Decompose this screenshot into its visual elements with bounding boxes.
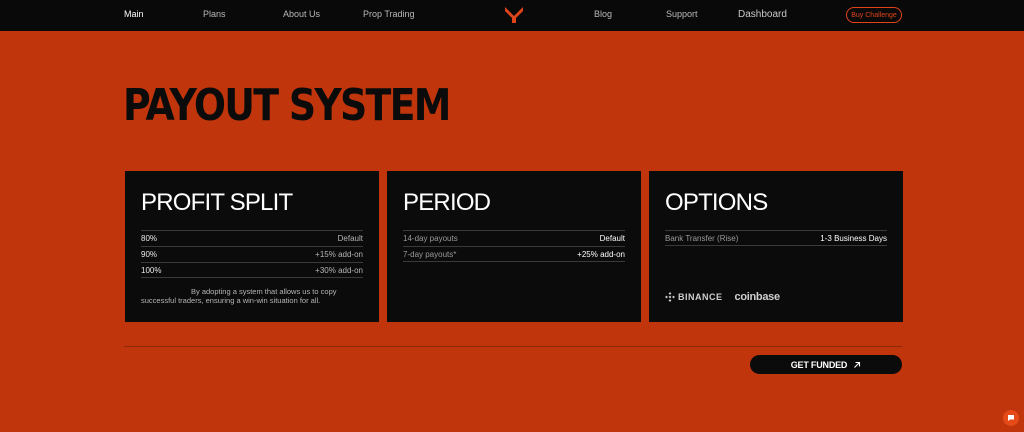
row-label: 14-day payouts [403,234,458,243]
nav-blog[interactable]: Blog [594,9,612,19]
table-row: 80% Default [141,230,363,246]
row-value: +15% add-on [315,250,363,259]
table-row: 7-day payouts* +25% add-on [403,246,625,262]
chat-icon [1008,415,1014,421]
get-funded-label: GET FUNDED [790,359,848,370]
row-value: +30% add-on [315,265,363,275]
row-value: +25% add-on [577,249,625,259]
table-row: 100% +30% add-on [141,262,363,278]
options-table: Bank Transfer (Rise) 1-3 Business Days [665,230,887,246]
buy-challenge-button[interactable]: Buy Challenge [846,7,902,23]
payment-logos: BINANCE coinbase [665,291,780,303]
profit-split-table: 80% Default 90% +15% add-on 100% +30% ad… [141,230,363,278]
row-label: Bank Transfer (Rise) [665,233,739,243]
nav-main[interactable]: Main [124,9,144,19]
binance-logo: BINANCE [665,292,723,302]
brand-logo-icon[interactable] [504,6,524,24]
table-row: 14-day payouts Default [403,230,625,246]
nav-about-us[interactable]: About Us [283,9,320,19]
get-funded-button[interactable]: GET FUNDED [750,355,902,374]
binance-icon [665,292,675,302]
card-title: PERIOD [403,189,491,216]
card-title: OPTIONS [665,189,768,216]
page-title: PAYOUT SYSTEM [123,80,451,131]
row-label: 100% [141,265,162,275]
top-nav-bar: Main Plans About Us Prop Trading Blog Su… [0,0,1024,31]
row-value: Default [599,234,625,243]
row-value: Default [337,234,363,243]
options-card: OPTIONS Bank Transfer (Rise) 1-3 Busines… [649,171,903,322]
row-label: 7-day payouts* [403,249,457,259]
chat-widget-button[interactable] [1003,410,1019,426]
nav-plans[interactable]: Plans [203,9,226,19]
section-divider [124,346,902,347]
period-card: PERIOD 14-day payouts Default 7-day payo… [387,171,641,322]
binance-label: BINANCE [678,292,723,302]
table-row: Bank Transfer (Rise) 1-3 Business Days [665,230,887,246]
table-row: 90% +15% add-on [141,246,363,262]
nav-dashboard[interactable]: Dashboard [738,9,787,20]
arrow-up-right-icon [854,361,861,368]
row-value: 1-3 Business Days [820,233,887,243]
card-title: PROFIT SPLIT [141,189,293,216]
row-label: 90% [141,250,158,259]
period-table: 14-day payouts Default 7-day payouts* +2… [403,230,625,262]
nav-prop-trading[interactable]: Prop Trading [363,9,415,19]
nav-support[interactable]: Support [666,9,698,19]
profit-split-description: By adopting a system that allows us to c… [141,287,337,305]
coinbase-logo: coinbase [734,291,781,303]
row-label: 80% [141,234,158,243]
